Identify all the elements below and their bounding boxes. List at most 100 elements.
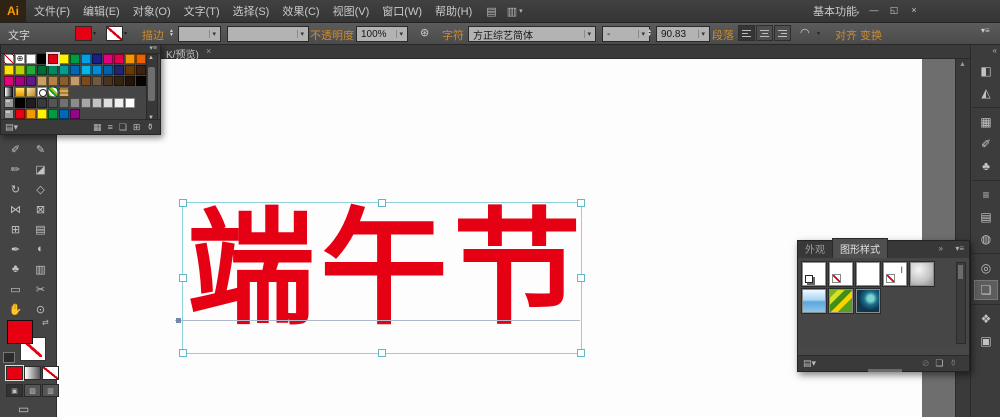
swatch[interactable] bbox=[4, 76, 14, 86]
menubar-item[interactable]: 编辑(E) bbox=[83, 3, 120, 19]
show-swatch-kinds-button[interactable]: ▦ bbox=[93, 122, 102, 132]
stroke-caret-icon[interactable]: ▾ bbox=[124, 30, 127, 37]
menubar-item[interactable]: 选择(S) bbox=[233, 3, 270, 19]
dock-stroke-icon[interactable]: ≡ bbox=[974, 185, 998, 205]
dock-symbols-icon[interactable]: ♣ bbox=[974, 156, 998, 176]
dock-gradient-icon[interactable]: ▤ bbox=[974, 207, 998, 227]
paintbrush-tool[interactable]: ✐ bbox=[6, 140, 25, 158]
combo-caret-icon[interactable]: ▾ bbox=[297, 30, 304, 38]
swatch[interactable] bbox=[26, 109, 36, 119]
step-down-icon[interactable]: ▼ bbox=[169, 33, 174, 38]
color-group-folder-icon[interactable] bbox=[4, 98, 14, 108]
dock-artboards-icon[interactable]: ▣ bbox=[974, 331, 998, 351]
delete-style-button[interactable]: ⚱ bbox=[949, 359, 957, 368]
scrollbar-thumb[interactable] bbox=[958, 265, 963, 279]
teal-swirl-style[interactable] bbox=[855, 288, 881, 314]
white-style[interactable] bbox=[855, 261, 881, 287]
bridge-icon[interactable]: ▤ bbox=[486, 5, 496, 18]
restore-button[interactable]: ◱ bbox=[886, 3, 902, 17]
arrange-caret-icon[interactable]: ▾ bbox=[519, 7, 523, 15]
character-panel-link[interactable]: 字符 bbox=[442, 27, 464, 43]
swatches-panel-header[interactable]: ▾≡ bbox=[1, 45, 160, 54]
width-profile-combo[interactable]: ▾ bbox=[227, 26, 309, 42]
graphic-styles-scrollbar[interactable] bbox=[956, 262, 966, 344]
dock-color-guide-icon[interactable]: ◭ bbox=[974, 83, 998, 103]
stroke-panel-link[interactable]: 描边 bbox=[142, 27, 164, 43]
align-center-button[interactable] bbox=[756, 25, 773, 41]
selection-handle-top-left[interactable] bbox=[179, 199, 187, 207]
swatch[interactable] bbox=[81, 65, 91, 75]
close-button[interactable]: × bbox=[906, 3, 922, 17]
fill-indicator[interactable] bbox=[7, 320, 33, 344]
swatch[interactable] bbox=[59, 76, 69, 86]
menubar-item[interactable]: 文件(F) bbox=[34, 3, 70, 19]
column-graph-tool[interactable]: ▥ bbox=[31, 260, 50, 278]
swatch-options-button[interactable]: ≡ bbox=[108, 122, 113, 132]
swatch[interactable] bbox=[48, 76, 58, 86]
gradient-mode-button[interactable] bbox=[24, 366, 41, 380]
swatch[interactable] bbox=[26, 54, 36, 64]
swatch-grad-bw[interactable] bbox=[4, 87, 14, 97]
swatches-scrollbar[interactable]: ▲ ▼ bbox=[146, 54, 158, 122]
swatch[interactable] bbox=[114, 76, 124, 86]
panel-menu-icon[interactable]: ▾≡ bbox=[955, 244, 964, 253]
new-swatch-button[interactable]: ⊞ bbox=[133, 122, 141, 132]
swatch[interactable] bbox=[46, 52, 60, 66]
selection-handle-bottom-left[interactable] bbox=[179, 349, 187, 357]
font-size-combo[interactable]: 90.83 ▾ bbox=[656, 26, 710, 42]
swatch[interactable] bbox=[15, 109, 25, 119]
swatch[interactable] bbox=[125, 76, 135, 86]
swatch[interactable] bbox=[70, 98, 80, 108]
new-color-group-button[interactable]: ❑ bbox=[119, 122, 127, 132]
swatch-libraries-button[interactable]: ▤▾ bbox=[5, 122, 18, 132]
scroll-up-icon[interactable]: ▲ bbox=[148, 55, 154, 61]
swatch[interactable] bbox=[26, 65, 36, 75]
dock-graphic-styles-icon[interactable]: ❏ bbox=[974, 280, 998, 300]
control-panel-menu-icon[interactable]: ▾≡ bbox=[981, 26, 990, 35]
selection-handle-bottom-right[interactable] bbox=[577, 349, 585, 357]
none-mode-button[interactable] bbox=[42, 366, 59, 380]
no-fill-style[interactable] bbox=[828, 261, 854, 287]
tab-graphic-styles[interactable]: 图形样式 bbox=[832, 238, 888, 258]
swatch[interactable] bbox=[136, 65, 146, 75]
style-libraries-button[interactable]: ▤▾ bbox=[803, 359, 816, 368]
symbol-sprayer-tool[interactable]: ♣ bbox=[6, 260, 25, 278]
document-tab[interactable]: K/预览) bbox=[166, 46, 199, 61]
paragraph-panel-link[interactable]: 段落 bbox=[712, 27, 734, 43]
envelope-caret-icon[interactable]: ▾ bbox=[817, 30, 820, 37]
swatch[interactable] bbox=[48, 65, 58, 75]
workspace-switcher[interactable]: 基本功能 bbox=[813, 3, 857, 19]
swatch[interactable] bbox=[70, 54, 80, 64]
panel-menu-icon[interactable]: ▾≡ bbox=[149, 44, 157, 52]
menubar-item[interactable]: 视图(V) bbox=[333, 3, 370, 19]
text-baseline[interactable] bbox=[175, 320, 580, 321]
pencil-tool[interactable]: ✎ bbox=[31, 140, 50, 158]
swatch[interactable] bbox=[114, 65, 124, 75]
swatch[interactable] bbox=[59, 98, 69, 108]
swatch[interactable] bbox=[92, 54, 102, 64]
selection-handle-bottom-center[interactable] bbox=[378, 349, 386, 357]
swatch[interactable] bbox=[136, 76, 146, 86]
swatch[interactable] bbox=[103, 98, 113, 108]
color-mode-button[interactable] bbox=[5, 365, 24, 381]
scrollbar-thumb[interactable] bbox=[148, 67, 155, 101]
draw-behind-button[interactable]: ▨ bbox=[24, 384, 41, 397]
recolor-artwork-icon[interactable]: ⊛ bbox=[420, 26, 429, 39]
swatch[interactable] bbox=[37, 76, 47, 86]
swatch[interactable] bbox=[81, 54, 91, 64]
swatch[interactable] bbox=[15, 65, 25, 75]
selection-handle-mid-right[interactable] bbox=[577, 274, 585, 282]
align-right-button[interactable] bbox=[774, 25, 791, 41]
dock-transparency-icon[interactable]: ◍ bbox=[974, 229, 998, 249]
zoom-tool[interactable]: ⊙ bbox=[31, 300, 50, 318]
swatch[interactable] bbox=[37, 98, 47, 108]
leaf-pattern-style[interactable] bbox=[828, 288, 854, 314]
fill-color-chip[interactable] bbox=[75, 26, 92, 41]
blue-glass-style[interactable] bbox=[801, 288, 827, 314]
swatch[interactable] bbox=[4, 65, 14, 75]
selection-handle-top-center[interactable] bbox=[378, 199, 386, 207]
swatch[interactable] bbox=[37, 65, 47, 75]
swatch[interactable] bbox=[125, 65, 135, 75]
silver-bevel-style[interactable] bbox=[909, 261, 935, 287]
new-graphic-style-button[interactable]: ❏ bbox=[935, 359, 943, 368]
